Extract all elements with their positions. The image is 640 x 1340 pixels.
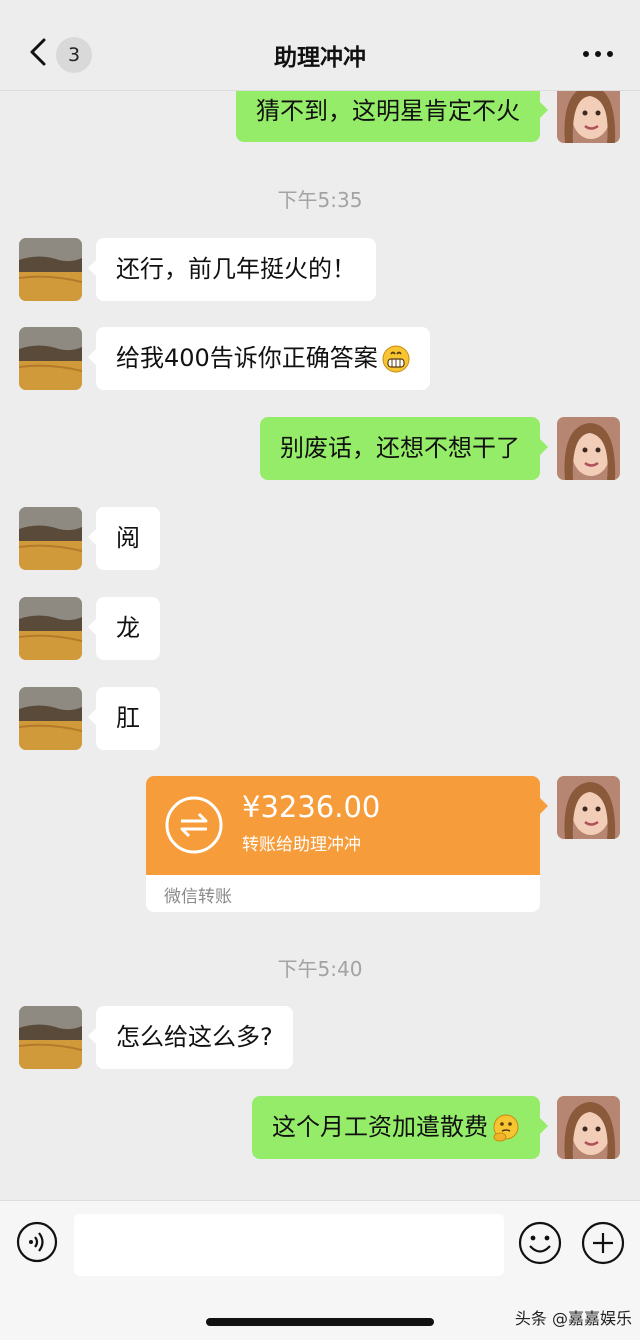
message-bubble[interactable]: 还行，前几年挺火的！ xyxy=(88,238,376,301)
message-bubble[interactable]: 肛 xyxy=(88,687,160,750)
smiley-icon[interactable] xyxy=(518,1221,562,1265)
message-bubble[interactable]: 这个月工资加遣散费 xyxy=(252,1096,548,1159)
transfer-description: 转账给助理冲冲 xyxy=(242,835,361,855)
timestamp: 下午5:35 xyxy=(277,188,363,212)
input-bar: 头条 @嘉嘉娱乐 xyxy=(0,1200,640,1340)
avatar-contact[interactable] xyxy=(19,597,82,660)
avatar-contact[interactable] xyxy=(19,238,82,301)
message-bubble[interactable]: 给我400告诉你正确答案 xyxy=(88,327,430,390)
transfer-footer: 微信转账 xyxy=(164,887,232,907)
avatar-self[interactable] xyxy=(557,417,620,480)
message-bubble[interactable]: 阅 xyxy=(88,507,160,570)
chat-header: 3 助理冲冲 xyxy=(0,0,640,91)
thinking-emoji-icon xyxy=(493,1114,519,1142)
chat-area: 猜不到，这明星肯定不火 下午5:35 还行，前几年挺火的！ 给我400告诉你正确… xyxy=(0,0,640,1200)
transfer-amount: ¥3236.00 xyxy=(242,790,381,824)
message-text: 给我400告诉你正确答案 xyxy=(116,344,378,372)
message-bubble[interactable]: 别废话，还想不想干了 xyxy=(260,417,548,480)
transfer-tail xyxy=(540,798,548,814)
watermark: 头条 @嘉嘉娱乐 xyxy=(514,1309,632,1328)
message-text: 这个月工资加遣散费 xyxy=(272,1113,488,1141)
chat-title: 助理冲冲 xyxy=(274,45,366,71)
transfer-card[interactable]: ¥3236.00 转账给助理冲冲 微信转账 xyxy=(146,776,540,912)
message-bubble[interactable]: 怎么给这么多? xyxy=(88,1006,293,1069)
home-indicator xyxy=(206,1318,434,1326)
timestamp: 下午5:40 xyxy=(277,957,363,981)
ellipsis-icon[interactable] xyxy=(580,44,616,64)
plus-icon[interactable] xyxy=(581,1221,625,1265)
message-input[interactable] xyxy=(74,1214,504,1276)
transfer-arrows-icon xyxy=(165,796,223,854)
avatar-contact[interactable] xyxy=(19,1006,82,1069)
grinning-emoji-icon xyxy=(382,345,410,373)
avatar-contact[interactable] xyxy=(19,327,82,390)
avatar-self[interactable] xyxy=(557,1096,620,1159)
avatar-contact[interactable] xyxy=(19,687,82,750)
message-bubble[interactable]: 龙 xyxy=(88,597,160,660)
avatar-self[interactable] xyxy=(557,776,620,839)
voice-icon[interactable] xyxy=(16,1221,58,1263)
avatar-contact[interactable] xyxy=(19,507,82,570)
